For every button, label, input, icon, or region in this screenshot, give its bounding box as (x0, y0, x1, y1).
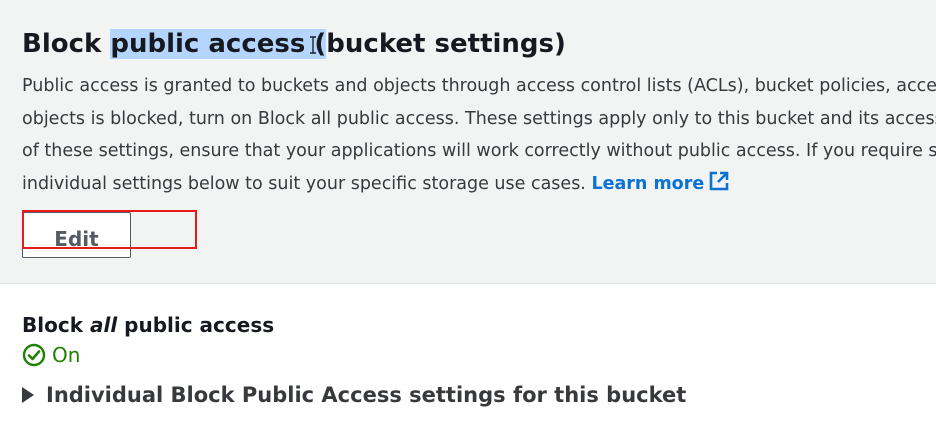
edit-button[interactable]: Edit (22, 212, 131, 258)
section-description: Public access is granted to buckets and … (22, 70, 936, 200)
title-part-3: ucket settings) (344, 29, 566, 59)
description-text: individual settings below to suit your s… (22, 173, 592, 194)
label-emphasis: all (89, 313, 118, 337)
expander-label: Individual Block Public Access settings … (46, 383, 687, 407)
external-link-icon[interactable] (708, 170, 730, 192)
title-part-1: Block (22, 29, 111, 59)
description-line: Public access is granted to buckets and … (22, 76, 936, 96)
text-cursor-icon (310, 36, 316, 54)
label-prefix: Block (22, 313, 90, 337)
block-all-public-access-label: Block all public access (22, 310, 274, 340)
description-line: of these settings, ensure that your appl… (22, 141, 936, 161)
label-suffix: public access (117, 313, 275, 337)
section-title: Block public access (bucket settings) (22, 29, 566, 59)
status-value: On (52, 343, 81, 367)
individual-settings-expander[interactable]: Individual Block Public Access settings … (22, 383, 686, 407)
title-selected-text: public access ( (110, 29, 327, 59)
description-line: objects is blocked, turn on Block all pu… (22, 108, 936, 129)
description-line-last: individual settings below to suit your s… (22, 168, 936, 201)
status-indicator: On (22, 343, 80, 367)
block-public-access-panel: Block public access (bucket settings) Pu… (0, 0, 936, 284)
check-circle-icon (22, 343, 46, 367)
caret-right-icon[interactable] (22, 387, 34, 403)
learn-more-link[interactable]: Learn more (591, 174, 704, 194)
